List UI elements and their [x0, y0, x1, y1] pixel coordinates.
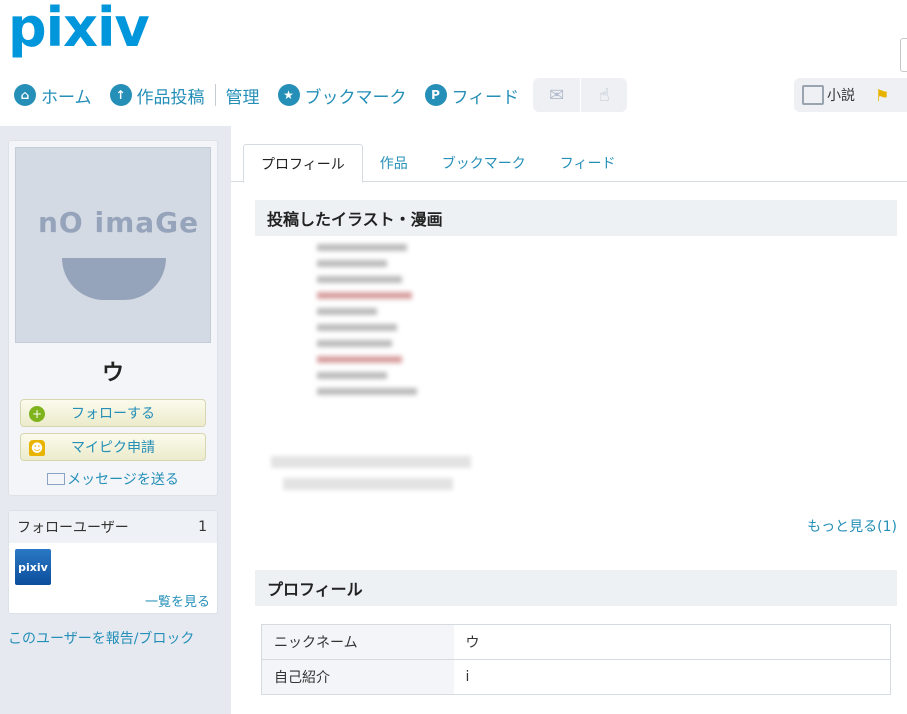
mypixiv-button-label: マイピク申請: [71, 440, 155, 456]
messages-button[interactable]: ✉: [533, 78, 580, 112]
works-section-title: 投稿したイラスト・漫画: [255, 200, 897, 236]
mail-icon: ✉: [549, 84, 565, 106]
no-image-graphic: nO imaGe: [38, 206, 200, 239]
no-image-avatar: nO imaGe: [15, 147, 211, 343]
table-row: ニックネーム ウ: [261, 624, 891, 660]
nav-home[interactable]: ⌂ ホーム: [14, 83, 92, 108]
plus-icon: +: [29, 406, 45, 422]
follow-users-box: フォローユーザー 1 pixiv 一覧を見る: [8, 510, 218, 614]
sidebar: nO imaGe ウ + フォローする ☻ マイピク申請 メッセージを送る フォ…: [0, 126, 230, 714]
follow-button[interactable]: + フォローする: [20, 399, 206, 427]
follow-users-count: 1: [198, 519, 207, 535]
profile-card: nO imaGe ウ + フォローする ☻ マイピク申請 メッセージを送る: [8, 140, 218, 496]
table-row: 自己紹介 i: [261, 659, 891, 695]
mypixiv-request-button[interactable]: ☻ マイピク申請: [20, 433, 206, 461]
profile-key: ニックネーム: [261, 624, 454, 660]
report-block-link[interactable]: このユーザーを報告/ブロック: [8, 628, 194, 648]
more-works-link[interactable]: もっと見る(1): [807, 516, 897, 536]
nav-feed[interactable]: P フィード: [424, 83, 520, 108]
tab-bookmarks[interactable]: ブックマーク: [425, 144, 543, 182]
nav-divider: [214, 84, 216, 106]
book-icon: [802, 85, 824, 105]
home-icon: ⌂: [14, 84, 36, 106]
profile-section-title: プロフィール: [255, 570, 897, 606]
star-icon: ★: [277, 84, 300, 106]
work-caption-blurred[interactable]: [271, 456, 471, 468]
profile-table: ニックネーム ウ 自己紹介 i: [261, 624, 891, 695]
followed-user-avatar[interactable]: pixiv: [15, 549, 51, 585]
upload-icon: ↑: [109, 84, 132, 106]
main-nav: ⌂ ホーム ↑ 作品投稿 管理 ★ ブックマーク P フィード ✉ ☝: [14, 78, 628, 112]
user-add-icon: ☻: [29, 440, 45, 456]
content: プロフィール 作品 ブックマーク フィード 投稿したイラスト・漫画 もっと見る(…: [231, 126, 907, 714]
envelope-icon: [47, 473, 66, 485]
no-image-smile: [62, 258, 166, 300]
notification-icon: ☝: [598, 84, 610, 106]
tab-feed[interactable]: フィード: [543, 144, 633, 182]
nav-home-label: ホーム: [41, 87, 92, 108]
header: pixiv ⌂ ホーム ↑ 作品投稿 管理 ★ ブックマーク P フィード ✉ …: [0, 0, 907, 126]
tab-profile[interactable]: プロフィール: [243, 144, 363, 183]
send-message-link[interactable]: メッセージを送る: [9, 469, 217, 489]
profile-key: 自己紹介: [261, 659, 454, 695]
feed-icon: P: [424, 84, 447, 106]
pixiv-logo[interactable]: pixiv: [8, 0, 150, 59]
main-area: nO imaGe ウ + フォローする ☻ マイピク申請 メッセージを送る フォ…: [0, 126, 907, 714]
work-thumbnail[interactable]: [317, 244, 417, 440]
novel-label: 小説: [827, 88, 855, 104]
nav-upload[interactable]: ↑ 作品投稿: [109, 83, 205, 108]
nav-manage-label: 管理: [225, 87, 260, 108]
nav-manage[interactable]: 管理: [226, 83, 260, 108]
tab-works[interactable]: 作品: [363, 144, 425, 182]
profile-value: i: [453, 659, 891, 695]
search-input[interactable]: [900, 38, 907, 72]
username: ウ: [101, 361, 124, 386]
nav-upload-label: 作品投稿: [136, 87, 205, 108]
nav-bookmark-label: ブックマーク: [304, 87, 407, 108]
follow-users-title: フォローユーザー: [17, 520, 129, 536]
send-message-label: メッセージを送る: [67, 472, 179, 488]
follow-button-label: フォローする: [71, 406, 155, 422]
nav-bookmark[interactable]: ★ ブックマーク: [277, 83, 407, 108]
follow-users-more-link[interactable]: 一覧を見る: [145, 591, 210, 610]
notifications-button[interactable]: ☝: [580, 78, 627, 112]
nav-icon-buttons: ✉ ☝: [533, 78, 628, 112]
nav-feed-label: フィード: [451, 87, 520, 108]
profile-tabs: プロフィール 作品 ブックマーク フィード: [231, 144, 907, 183]
profile-value: ウ: [453, 624, 891, 660]
flag-icon[interactable]: ⚑: [875, 86, 889, 105]
novel-nav[interactable]: 小説 ⚑: [794, 78, 907, 112]
follow-users-header: フォローユーザー 1: [9, 511, 217, 543]
work-meta-blurred: [283, 478, 453, 490]
